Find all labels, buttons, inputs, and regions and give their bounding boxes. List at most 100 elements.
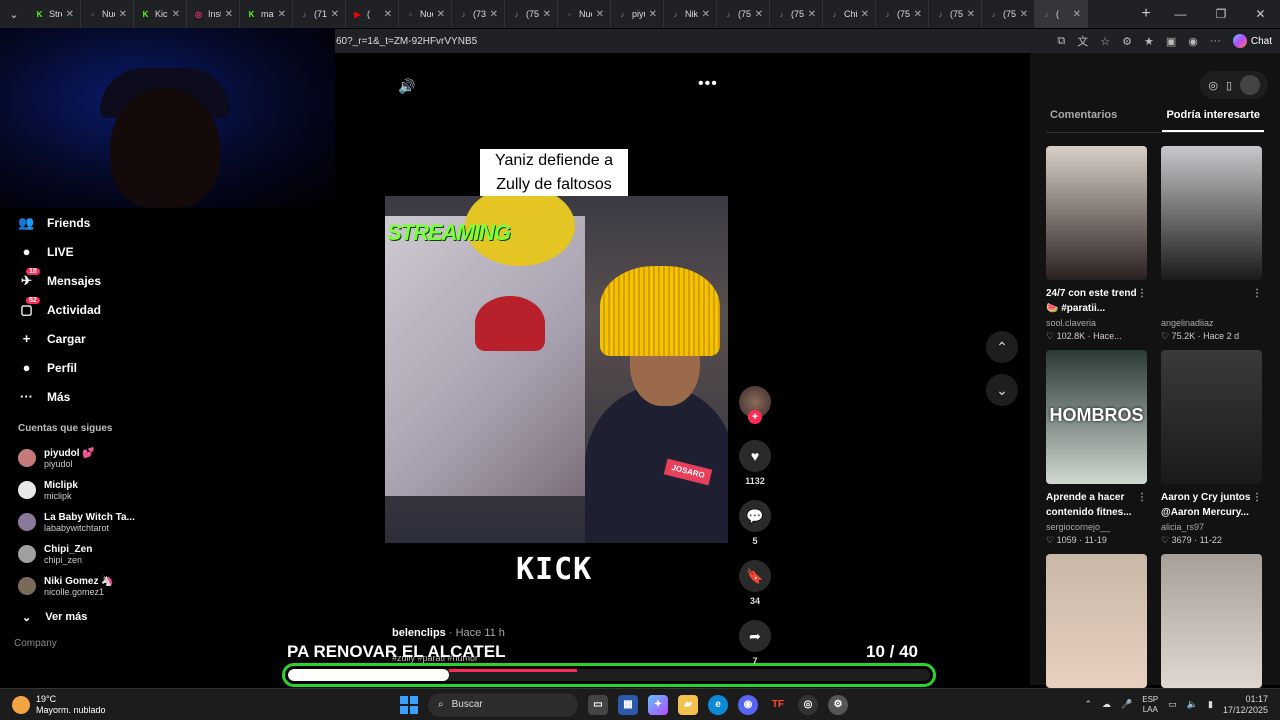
- browser-tab[interactable]: ♪ (71) ✕: [293, 0, 346, 28]
- recommended-video-card[interactable]: ⋮ Aaron y Cry juntos @Aaron Mercury... ali…: [1161, 350, 1262, 546]
- tab-close-icon[interactable]: ✕: [543, 9, 551, 20]
- card-menu-icon[interactable]: ⋮: [1252, 286, 1262, 301]
- profile-icon[interactable]: ◉: [1188, 35, 1198, 48]
- file-explorer-icon[interactable]: ▰: [678, 694, 698, 715]
- browser-tab[interactable]: Kmatt ✕: [240, 0, 293, 28]
- recommended-video-card[interactable]: ⋮ 24/7 con este trend 🍉 #paratii... sool.c…: [1046, 146, 1147, 342]
- browser-tab[interactable]: ♪ (75) ✕: [770, 0, 823, 28]
- browser-tab[interactable]: ♪ (75) ✕: [505, 0, 558, 28]
- sidebar-item-perfil[interactable]: ● Perfil: [0, 353, 170, 382]
- mic-icon[interactable]: 🎤: [1121, 699, 1132, 710]
- sidebar-item-mensajes[interactable]: ✈ Mensajes 18: [0, 266, 170, 295]
- creator-avatar[interactable]: +: [739, 386, 771, 424]
- browser-tab[interactable]: ♪ (73) ✕: [452, 0, 505, 28]
- tab-list-chevron-icon[interactable]: ⌄: [0, 0, 28, 28]
- obs-icon[interactable]: ◎: [798, 694, 818, 715]
- browser-tab[interactable]: ▫ Nue ✕: [399, 0, 452, 28]
- speaker-icon[interactable]: 🔈: [1187, 699, 1198, 710]
- browser-tab[interactable]: ♪ (✕: [1035, 0, 1088, 28]
- close-window-icon[interactable]: ✕: [1255, 7, 1265, 21]
- more-menu-icon[interactable]: ···: [1210, 35, 1221, 47]
- network-icon[interactable]: ▭: [1168, 699, 1177, 710]
- browser-tab[interactable]: ▶ (✕: [346, 0, 399, 28]
- video-author-line[interactable]: belenclips · Hace 11 h: [392, 627, 505, 639]
- share-icon[interactable]: ➦: [739, 620, 771, 652]
- browser-tab[interactable]: ▫ Nue ✕: [558, 0, 611, 28]
- tray-chevron-up-icon[interactable]: ⌃: [1084, 699, 1092, 710]
- tab-close-icon[interactable]: ✕: [66, 9, 74, 20]
- browser-tab[interactable]: ♪ Chip ✕: [823, 0, 876, 28]
- tab-close-icon[interactable]: ✕: [861, 9, 869, 20]
- tab-close-icon[interactable]: ✕: [755, 9, 763, 20]
- tab-close-icon[interactable]: ✕: [278, 9, 286, 20]
- browser-tab[interactable]: K Kick ✕: [134, 0, 187, 28]
- copilot-chat-button[interactable]: Chat: [1232, 34, 1272, 48]
- copilot-taskbar-icon[interactable]: ✦: [648, 694, 668, 715]
- like-heart-icon[interactable]: ♥: [739, 440, 771, 472]
- favorites-icon[interactable]: ★: [1144, 35, 1154, 48]
- collections-icon[interactable]: ▣: [1166, 35, 1176, 48]
- tab-close-icon[interactable]: ✕: [384, 9, 392, 20]
- follow-plus-icon[interactable]: +: [748, 410, 762, 424]
- tab-close-icon[interactable]: ✕: [225, 9, 233, 20]
- task-view-icon[interactable]: ▭: [588, 694, 608, 715]
- edge-icon[interactable]: e: [708, 694, 728, 715]
- browser-tab[interactable]: ♪ piyu ✕: [611, 0, 664, 28]
- tab-close-icon[interactable]: ✕: [808, 9, 816, 20]
- following-item[interactable]: Miclipk miclipk: [0, 474, 170, 506]
- sidebar-item-actividad[interactable]: ▢ Actividad 52: [0, 295, 170, 324]
- tab-close-icon[interactable]: ✕: [702, 9, 710, 20]
- browser-tab[interactable]: K Strea ✕: [28, 0, 81, 28]
- following-item[interactable]: piyudol 💕 piyudol: [0, 442, 170, 474]
- tab-close-icon[interactable]: ✕: [1073, 9, 1081, 20]
- tab-close-icon[interactable]: ✕: [596, 9, 604, 20]
- tab-recommended[interactable]: Podría interesarte: [1162, 109, 1264, 132]
- browser-tab[interactable]: ♪ (75) ✕: [982, 0, 1035, 28]
- bookmark-icon[interactable]: 🔖: [739, 560, 771, 592]
- browser-tab[interactable]: ♪ (75) ✕: [717, 0, 770, 28]
- tab-close-icon[interactable]: ✕: [490, 9, 498, 20]
- taskbar-search[interactable]: ⌕ Buscar: [428, 692, 578, 717]
- user-avatar[interactable]: [1240, 75, 1260, 95]
- tab-close-icon[interactable]: ✕: [172, 9, 180, 20]
- tab-close-icon[interactable]: ✕: [914, 9, 922, 20]
- browser-tab[interactable]: ♪ Niki ✕: [664, 0, 717, 28]
- recommended-video-card[interactable]: HOMBROS ⋮ Aprende a hacer contenido fitnes…: [1046, 350, 1147, 546]
- company-link[interactable]: Company: [0, 638, 170, 649]
- tab-close-icon[interactable]: ✕: [1020, 9, 1028, 20]
- steam-icon[interactable]: ⚙: [828, 694, 848, 715]
- recommended-video-card[interactable]: [1046, 554, 1147, 688]
- recommended-video-card[interactable]: [1161, 554, 1262, 688]
- browser-tab[interactable]: ♪ (75) ✕: [929, 0, 982, 28]
- extensions-icon[interactable]: ⚙: [1122, 35, 1132, 48]
- browser-tab[interactable]: ♪ (75) ✕: [876, 0, 929, 28]
- store-icon[interactable]: ▦: [618, 694, 638, 715]
- next-video-chevron-down-icon[interactable]: ⌄: [986, 374, 1018, 406]
- language-indicator[interactable]: ESP LAA: [1142, 695, 1158, 715]
- following-item[interactable]: La Baby Witch Ta... lababywitchtarot: [0, 506, 170, 538]
- tab-close-icon[interactable]: ✕: [331, 9, 339, 20]
- sidebar-item-live[interactable]: ● LIVE: [0, 237, 170, 266]
- minimize-icon[interactable]: —: [1175, 7, 1187, 21]
- url-field[interactable]: 60?_r=1&_t=ZM-92HFvrVYNB5: [330, 36, 1057, 47]
- weather-widget[interactable]: 19°C Mayorm. nublado: [0, 694, 400, 716]
- video-menu-icon[interactable]: •••: [698, 75, 718, 93]
- onedrive-icon[interactable]: ☁: [1102, 699, 1111, 710]
- clock[interactable]: 01:17 17/12/2025: [1223, 694, 1268, 716]
- tab-comments[interactable]: Comentarios: [1046, 109, 1121, 132]
- battery-icon[interactable]: ▮: [1208, 699, 1213, 710]
- browser-tab[interactable]: ◎ Insta ✕: [187, 0, 240, 28]
- following-item[interactable]: Niki Gomez 🦄 nicolle.gomez1: [0, 570, 170, 602]
- translate-icon[interactable]: 文: [1077, 33, 1088, 49]
- new-tab-button[interactable]: +: [1132, 5, 1160, 23]
- windows-start-icon[interactable]: [400, 695, 418, 714]
- video-player[interactable]: JOSARO STREAMING: [385, 196, 728, 543]
- sidebar-item-friends[interactable]: 👥 Friends: [0, 208, 170, 237]
- comment-icon[interactable]: 💬: [739, 500, 771, 532]
- card-menu-icon[interactable]: ⋮: [1137, 286, 1147, 301]
- open-app-icon[interactable]: ⧉: [1057, 35, 1065, 48]
- card-menu-icon[interactable]: ⋮: [1137, 490, 1147, 505]
- video-progress-bar[interactable]: [282, 663, 936, 687]
- device-icon[interactable]: ▯: [1226, 79, 1232, 92]
- tf-app-icon[interactable]: TF: [768, 695, 788, 715]
